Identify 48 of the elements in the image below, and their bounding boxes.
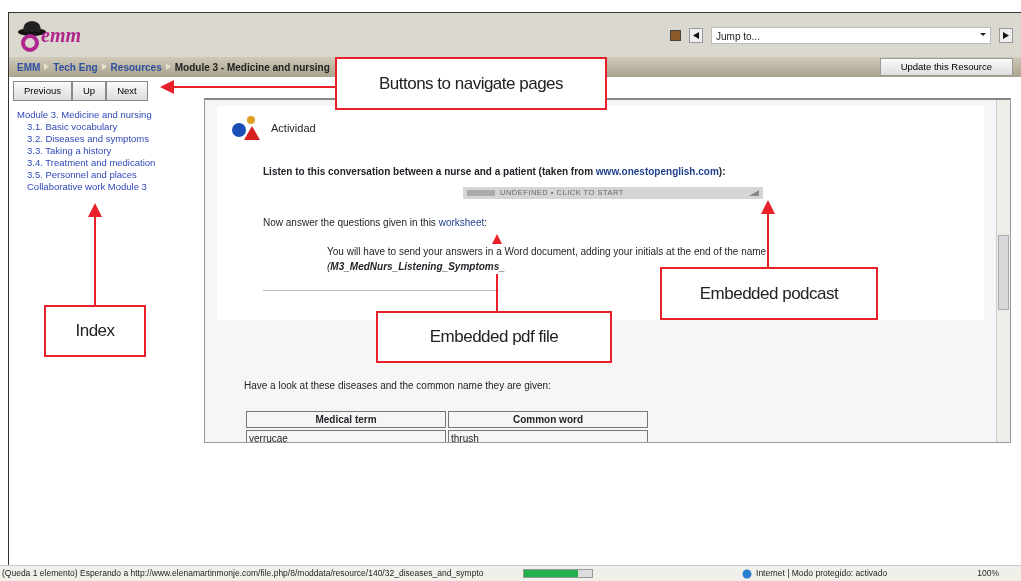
table-cell: thrush bbox=[448, 430, 648, 442]
question-text: Now answer the questions given in this worksheet: bbox=[263, 216, 488, 230]
breadcrumb-link[interactable]: Tech Eng bbox=[53, 59, 98, 75]
index-link[interactable]: Collaborative work Module 3 bbox=[17, 181, 147, 194]
filename-text: (M3_MedNurs_Listening_Symptoms_ bbox=[327, 259, 505, 274]
index-link[interactable]: 3.3. Taking a history bbox=[17, 145, 112, 158]
update-resource-button[interactable]: Update this Resource bbox=[879, 57, 1013, 77]
section-intro: Have a look at these diseases and the common name they are given: bbox=[244, 379, 552, 393]
zone-text: Internet | Modo protegido: activado bbox=[756, 567, 888, 580]
callout-label: Buttons to navigate pages bbox=[335, 57, 607, 110]
next-arrow-button[interactable] bbox=[999, 27, 1013, 43]
nav-button[interactable]: Up bbox=[71, 81, 107, 102]
intro-text: Listen to this conversation between a nurse and a patient (taken from www.onestopenglish.com): bbox=[263, 165, 727, 179]
status-text: (Queda 1 elemento) Esperando a http://www.elenamartinmonje.com/file.php/8/moddata/resource/140/32_diseases_and_sympto bbox=[2, 567, 485, 580]
nav-button[interactable]: Previous bbox=[13, 81, 72, 102]
activity-title: Actividad bbox=[271, 120, 316, 136]
logo-text: emm bbox=[41, 23, 81, 48]
shapes-icon bbox=[231, 114, 263, 142]
separator-icon bbox=[165, 63, 171, 71]
zoom-level[interactable]: 100% bbox=[977, 567, 999, 580]
save-icon[interactable] bbox=[670, 29, 681, 41]
link[interactable]: www.onestopenglish.com bbox=[595, 166, 719, 177]
callout-label: Index bbox=[44, 305, 146, 357]
nav-button[interactable]: Next bbox=[106, 81, 148, 102]
previous-arrow-button[interactable] bbox=[689, 27, 703, 43]
index-link[interactable]: 3.5. Personnel and places bbox=[17, 169, 137, 182]
player-controls-icon bbox=[467, 190, 495, 196]
right-arrow-icon bbox=[1003, 31, 1009, 39]
callout-label: Embedded podcast bbox=[660, 267, 878, 320]
callout-label: Embedded pdf file bbox=[376, 311, 612, 363]
breadcrumb-link[interactable]: Resources bbox=[110, 59, 162, 75]
globe-icon bbox=[742, 568, 753, 579]
instruction-text: You will have to send your answers in a Word document, adding your initials at the end of the name bbox=[327, 244, 767, 259]
index-link[interactable]: 3.1. Basic vocabulary bbox=[17, 121, 118, 134]
index-link[interactable]: Module 3. Medicine and nursing bbox=[17, 109, 152, 122]
volume-icon bbox=[749, 190, 759, 196]
left-arrow-icon bbox=[693, 31, 699, 39]
separator-icon bbox=[101, 63, 107, 71]
column-header: Medical term bbox=[246, 411, 446, 428]
separator-icon bbox=[44, 63, 50, 71]
column-header: Common word bbox=[448, 411, 648, 428]
breadcrumb-current: Module 3 - Medicine and nursing bbox=[174, 60, 330, 75]
table-cell: verrucae bbox=[246, 430, 446, 442]
index-link[interactable]: 3.4. Treatment and medication bbox=[17, 157, 156, 170]
breadcrumb-link[interactable]: EMM bbox=[17, 59, 41, 75]
jump-to-dropdown[interactable]: Jump to... bbox=[711, 26, 991, 44]
index-link[interactable]: 3.2. Diseases and symptoms bbox=[17, 133, 149, 146]
scrollbar[interactable] bbox=[996, 100, 1010, 442]
